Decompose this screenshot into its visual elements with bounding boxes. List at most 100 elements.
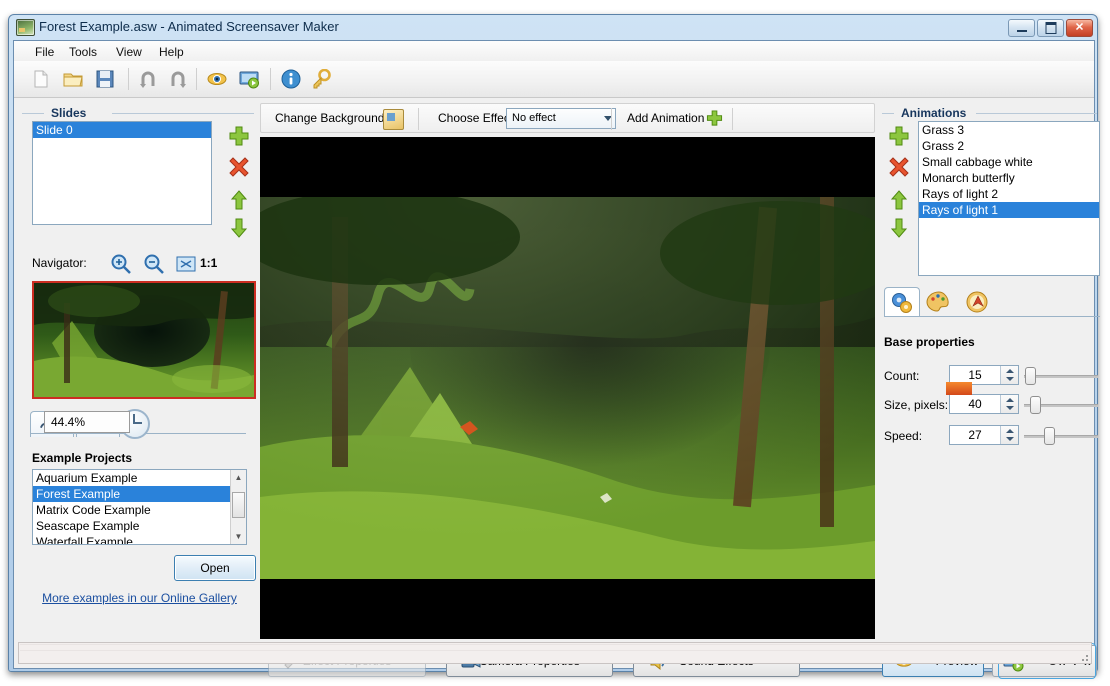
application-window: Forest Example.asw - Animated Screensave… bbox=[8, 14, 1098, 672]
redo-icon[interactable] bbox=[166, 66, 192, 92]
list-item[interactable]: Waterfall Example bbox=[33, 534, 246, 545]
navigator-label: Navigator: bbox=[32, 256, 87, 270]
fit-to-window-icon[interactable] bbox=[175, 253, 197, 275]
move-slide-up-button[interactable] bbox=[228, 189, 250, 211]
list-item[interactable]: Slide 0 bbox=[33, 122, 211, 138]
count-label: Count: bbox=[884, 369, 919, 383]
list-item[interactable]: Monarch butterfly bbox=[919, 170, 1099, 186]
menu-help[interactable]: Help bbox=[152, 44, 191, 60]
move-animation-up-button[interactable] bbox=[888, 189, 910, 211]
change-background-label[interactable]: Change Background bbox=[275, 111, 384, 125]
render-artifact bbox=[946, 382, 972, 395]
tab-motion-properties[interactable] bbox=[960, 287, 996, 317]
left-panel: Slides Slide 0 Navigator: bbox=[22, 103, 254, 663]
size-slider[interactable] bbox=[1024, 396, 1098, 414]
right-panel: Animations Grass 3 Grass 2 Small cabbage… bbox=[882, 103, 1097, 663]
property-tabs bbox=[884, 285, 1100, 317]
key-icon[interactable] bbox=[308, 66, 334, 92]
menu-bar: File Tools View Help bbox=[14, 41, 1094, 62]
menu-file[interactable]: File bbox=[28, 44, 61, 60]
window-title: Forest Example.asw - Animated Screensave… bbox=[39, 19, 339, 34]
info-icon[interactable] bbox=[278, 66, 304, 92]
slides-group-title: Slides bbox=[46, 106, 91, 120]
add-slide-button[interactable] bbox=[228, 125, 250, 147]
list-item[interactable]: Rays of light 1 bbox=[919, 202, 1099, 218]
size-stepper[interactable]: 40 bbox=[949, 394, 1019, 414]
maximize-button[interactable] bbox=[1037, 19, 1064, 37]
example-projects-list[interactable]: Aquarium Example Forest Example Matrix C… bbox=[32, 469, 247, 545]
list-item[interactable]: Rays of light 2 bbox=[919, 186, 1099, 202]
zoom-tooltip: 44.4% bbox=[44, 411, 130, 433]
size-label: Size, pixels: bbox=[884, 398, 948, 412]
list-item[interactable]: Aquarium Example bbox=[33, 470, 246, 486]
scroll-down-arrow[interactable]: ▼ bbox=[233, 531, 244, 542]
menu-view[interactable]: View bbox=[109, 44, 149, 60]
new-icon[interactable] bbox=[28, 66, 54, 92]
navigator-ratio: 1:1 bbox=[200, 256, 217, 270]
open-button[interactable]: Open bbox=[174, 555, 256, 581]
delete-animation-button[interactable] bbox=[888, 155, 910, 177]
scrollbar-thumb[interactable] bbox=[232, 492, 245, 518]
speed-label: Speed: bbox=[884, 429, 922, 443]
zoom-in-icon[interactable] bbox=[110, 253, 132, 275]
list-item[interactable]: Small cabbage white bbox=[919, 154, 1099, 170]
move-animation-down-button[interactable] bbox=[888, 217, 910, 239]
list-item[interactable]: Grass 2 bbox=[919, 138, 1099, 154]
list-item[interactable]: Forest Example bbox=[33, 486, 246, 502]
status-bar bbox=[18, 642, 1092, 664]
count-slider[interactable] bbox=[1024, 367, 1098, 385]
size-spin-buttons[interactable] bbox=[1000, 395, 1018, 413]
center-panel: Change Background Choose Effect: No effe… bbox=[260, 103, 875, 663]
delete-slide-button[interactable] bbox=[228, 155, 250, 177]
scroll-up-arrow[interactable]: ▲ bbox=[233, 472, 244, 483]
zoom-out-icon[interactable] bbox=[143, 253, 165, 275]
size-slider-thumb[interactable] bbox=[1030, 396, 1041, 414]
add-animation-plus-icon[interactable] bbox=[706, 110, 723, 127]
close-button[interactable]: ✕ bbox=[1066, 19, 1093, 37]
add-animation-button[interactable] bbox=[888, 125, 910, 147]
speed-slider[interactable] bbox=[1024, 427, 1098, 445]
change-background-icon[interactable] bbox=[383, 109, 404, 130]
count-property-row: Count: 15 bbox=[884, 365, 1096, 387]
speed-property-row: Speed: 27 bbox=[884, 425, 1096, 447]
preview-canvas[interactable] bbox=[260, 137, 875, 639]
example-projects-scrollbar[interactable]: ▲ ▼ bbox=[230, 470, 246, 544]
menu-tools[interactable]: Tools bbox=[62, 44, 104, 60]
online-gallery-link[interactable]: More examples in our Online Gallery bbox=[32, 591, 247, 605]
client-area: File Tools View Help bbox=[13, 40, 1095, 669]
resize-grip[interactable] bbox=[1077, 650, 1089, 662]
undo-icon[interactable] bbox=[136, 66, 162, 92]
effect-select-value: No effect bbox=[512, 112, 556, 124]
speed-stepper[interactable]: 27 bbox=[949, 425, 1019, 445]
effect-select[interactable]: No effect bbox=[506, 108, 616, 129]
count-spin-buttons[interactable] bbox=[1000, 366, 1018, 384]
slides-list[interactable]: Slide 0 bbox=[32, 121, 212, 225]
count-slider-thumb[interactable] bbox=[1025, 367, 1036, 385]
add-animation-label[interactable]: Add Animation bbox=[627, 111, 704, 125]
speed-slider-thumb[interactable] bbox=[1044, 427, 1055, 445]
list-item[interactable]: Seascape Example bbox=[33, 518, 246, 534]
tab-color-properties[interactable] bbox=[922, 287, 958, 317]
tab-base-properties[interactable] bbox=[884, 287, 920, 317]
close-icon: ✕ bbox=[1075, 23, 1084, 34]
speed-slider-track bbox=[1024, 435, 1098, 438]
move-slide-down-button[interactable] bbox=[228, 217, 250, 239]
size-value: 40 bbox=[950, 397, 1000, 411]
animations-list[interactable]: Grass 3 Grass 2 Small cabbage white Mona… bbox=[918, 121, 1100, 276]
title-bar: Forest Example.asw - Animated Screensave… bbox=[9, 15, 1097, 41]
animations-group-title: Animations bbox=[896, 106, 971, 120]
create-screensaver-icon[interactable] bbox=[236, 66, 262, 92]
list-item[interactable]: Grass 3 bbox=[919, 122, 1099, 138]
open-folder-icon[interactable] bbox=[60, 66, 86, 92]
choose-effect-label: Choose Effect: bbox=[438, 111, 517, 125]
preview-eye-icon[interactable] bbox=[204, 66, 230, 92]
speed-spin-buttons[interactable] bbox=[1000, 426, 1018, 444]
count-value: 15 bbox=[950, 368, 1000, 382]
main-toolbar bbox=[14, 61, 1094, 98]
list-item[interactable]: Matrix Code Example bbox=[33, 502, 246, 518]
center-toolbar: Change Background Choose Effect: No effe… bbox=[260, 103, 875, 133]
navigator-thumbnail[interactable] bbox=[32, 281, 256, 399]
base-properties-title: Base properties bbox=[884, 335, 975, 349]
save-floppy-icon[interactable] bbox=[92, 66, 118, 92]
minimize-button[interactable] bbox=[1008, 19, 1035, 37]
